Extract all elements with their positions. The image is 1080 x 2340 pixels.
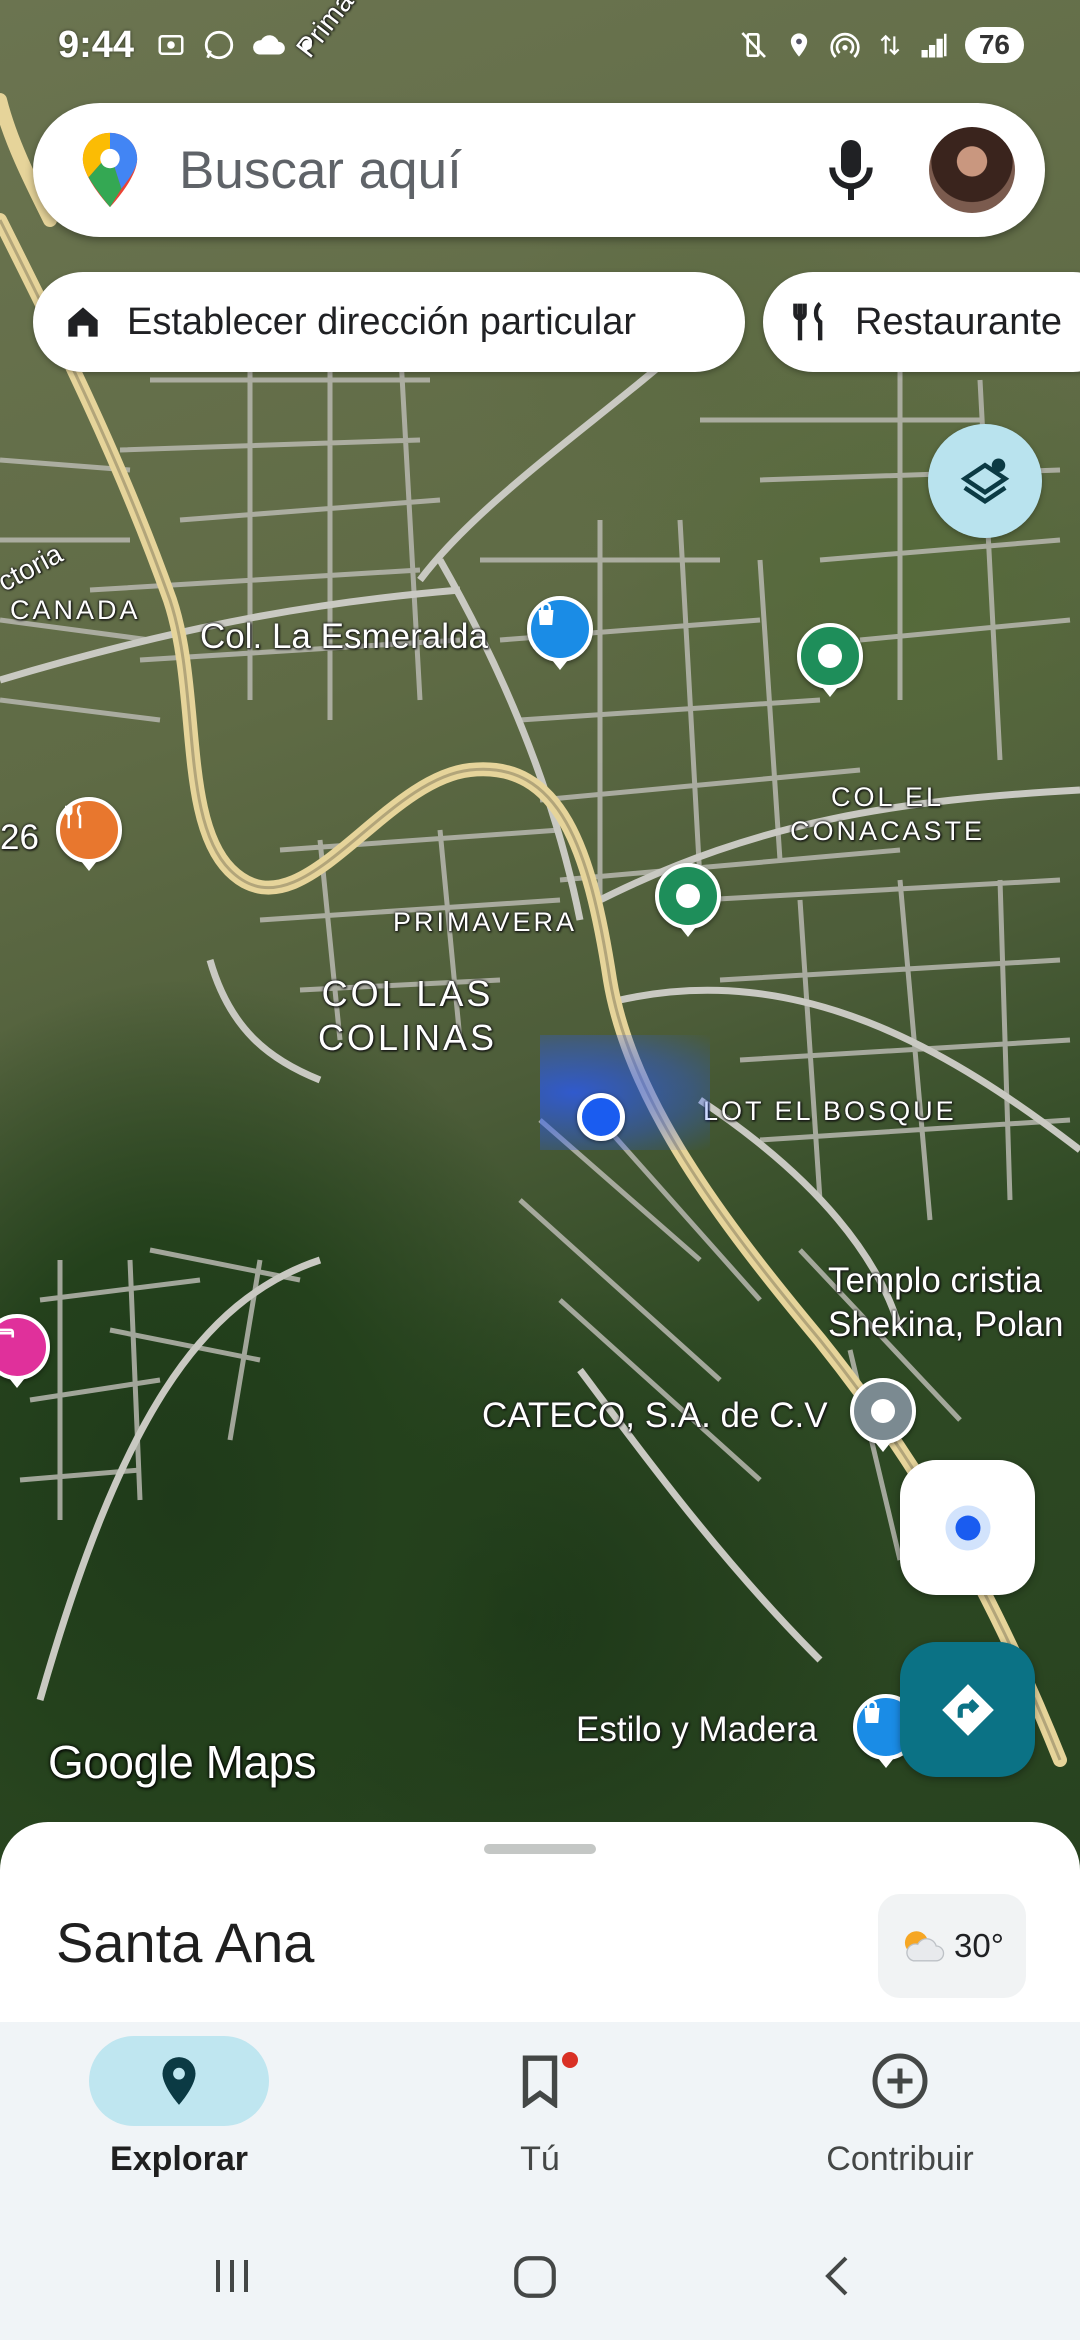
directions-icon [941,1683,994,1736]
restaurant-pin-icon[interactable] [56,797,122,863]
vibrate-mute-icon [741,32,766,58]
avatar[interactable] [929,127,1015,213]
chip-label: Establecer dirección particular [127,300,637,343]
heading-beam [540,1035,710,1150]
directions-button[interactable] [900,1642,1035,1777]
layers-button[interactable] [928,424,1042,538]
screenshot-icon [158,35,184,55]
bookmark-icon [522,2055,558,2108]
tab-explore[interactable]: Explorar [44,2036,314,2196]
signal-icon [921,33,947,58]
area-label-col-el-conacaste: COL EL CONACASTE [790,782,986,846]
area-label-col-las-colinas: COL LAS COLINAS [318,973,498,1058]
area-label-primavera: PRIMAVERA [393,907,578,937]
whatsapp-icon [204,30,234,60]
my-location-icon [945,1505,990,1550]
tab-label: Tú [520,2140,560,2178]
data-transfer-icon [880,34,900,56]
poi-label-26: 26 [0,818,39,857]
system-icons: 76 [737,27,1024,63]
home-icon [68,307,98,337]
poi-label-templo: Templo cristia Shekina, Polan [828,1261,1064,1344]
area-label-lot-el-bosque: LOT EL BOSQUE [703,1096,957,1126]
partly-cloudy-icon [904,1931,945,1962]
google-maps-logo-icon [82,132,138,208]
home-button-icon[interactable] [510,2252,560,2302]
status-time: 9:44 [58,23,135,66]
google-maps-attribution: Google Maps [48,1736,317,1788]
tab-contribute[interactable]: Contribuir [765,2036,1035,2196]
more-notifications-dot-icon [302,40,313,50]
poi-label-col-la-esmeralda: Col. La Esmeralda [200,617,488,656]
search-bar[interactable]: Buscar aquí [33,103,1045,237]
shopping-pin-icon[interactable] [527,596,593,662]
weather-chip[interactable]: 30° [878,1894,1026,1998]
set-home-address-chip[interactable]: Establecer dirección particular [33,272,745,372]
my-location-button[interactable] [900,1460,1035,1595]
hotspot-icon [830,32,860,58]
temperature: 30° [954,1927,1004,1964]
chip-label: Restaurante [855,300,1063,343]
bottom-sheet[interactable]: Santa Ana 30° [0,1822,1080,2022]
area-label-canada: CANADA [10,595,141,625]
sheet-drag-handle[interactable] [484,1844,596,1854]
restaurants-chip[interactable]: Restaurante [763,272,1080,372]
location-pin-icon [162,2057,196,2105]
add-circle-icon [872,2053,928,2109]
place-pin-icon[interactable] [797,623,863,689]
restaurant-icon [793,301,823,341]
poi-label-estilo-y-madera: Estilo y Madera [576,1710,818,1749]
location-icon [790,33,808,57]
search-input[interactable]: Buscar aquí [179,140,821,201]
status-bar: 9:44 76 [0,0,1080,90]
bottom-navigation: Explorar Tú Contribuir [0,2022,1080,2212]
tab-label: Explorar [110,2140,248,2178]
current-location-dot [577,1093,625,1141]
system-navigation-bar [0,2212,1080,2340]
tab-label: Contribuir [826,2140,974,2178]
recent-apps-icon[interactable] [208,2252,256,2300]
place-pin-icon[interactable] [655,863,721,929]
notification-badge [562,2052,578,2068]
layers-icon [960,458,1010,504]
back-icon[interactable] [814,2252,862,2300]
place-pin-icon[interactable] [850,1378,916,1444]
notification-icons [154,28,313,62]
poi-label-cateco: CATECO, S.A. de C.V [482,1396,828,1435]
location-title: Santa Ana [56,1911,315,1974]
microphone-icon[interactable] [821,135,881,205]
battery-indicator: 76 [964,27,1024,63]
tab-you[interactable]: Tú [405,2036,675,2196]
cloud-icon [253,35,285,55]
